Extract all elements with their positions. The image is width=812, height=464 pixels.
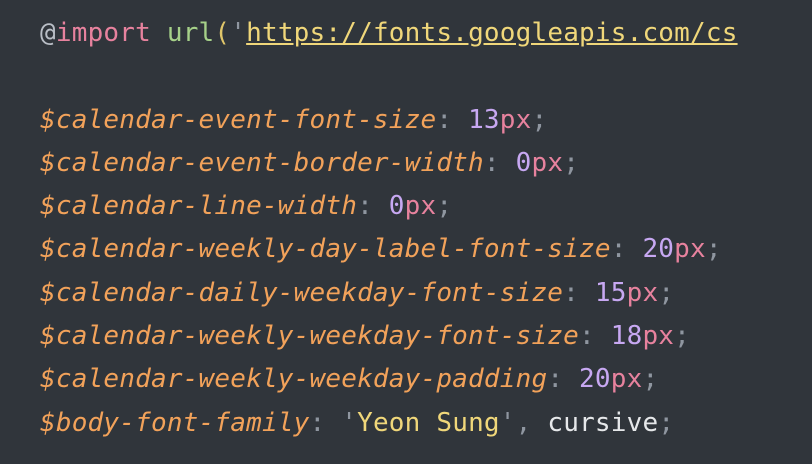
code-line-blank[interactable] (40, 55, 812, 98)
variable-name: $calendar-weekly-day-label-font-size (40, 234, 611, 265)
unit: px (610, 364, 643, 395)
variable-name: $calendar-line-width (40, 191, 358, 222)
number-value: 20 (579, 364, 611, 395)
semicolon: ; (658, 407, 675, 438)
code-line-declaration[interactable]: $calendar-weekly-weekday-padding: 20px; (40, 358, 812, 401)
variable-name: $body-font-family (40, 407, 310, 438)
open-paren: ( (214, 18, 231, 48)
comma: , (515, 407, 548, 438)
number-value: 13 (468, 104, 500, 135)
code-line-declaration[interactable]: $calendar-event-font-size: 13px; (40, 99, 812, 142)
semicolon: ; (436, 191, 453, 222)
code-editor[interactable]: @import url('https://fonts.googleapis.co… (0, 0, 812, 464)
import-keyword: import (55, 18, 151, 48)
at-symbol: @ (40, 18, 56, 48)
code-line-font-family[interactable]: $body-font-family: 'Yeon Sung', cursive; (40, 402, 812, 445)
semicolon: ; (705, 234, 722, 265)
semicolon: ; (563, 147, 580, 178)
number-value: 0 (388, 191, 405, 222)
semicolon: ; (674, 321, 691, 352)
code-line-declaration[interactable]: $calendar-event-border-width: 0px; (40, 142, 812, 185)
unit: px (404, 191, 437, 222)
unit: px (642, 321, 675, 352)
code-line-declaration[interactable]: $calendar-weekly-weekday-font-size: 18px… (40, 315, 812, 358)
variable-name: $calendar-event-font-size (40, 104, 437, 135)
import-url-link[interactable]: https://fonts.googleapis.com/cs (246, 18, 737, 48)
string-quote-open: ' (341, 407, 358, 438)
semicolon: ; (642, 364, 659, 395)
code-line-import[interactable]: @import url('https://fonts.googleapis.co… (40, 12, 812, 55)
colon: : (579, 321, 611, 352)
string-quote-close: ' (499, 407, 516, 438)
number-value: 0 (515, 147, 532, 178)
colon: : (563, 277, 595, 308)
number-value: 20 (642, 234, 675, 265)
colon: : (547, 364, 580, 395)
number-value: 15 (594, 277, 627, 308)
url-quote: ' (230, 18, 247, 48)
variable-name: $calendar-event-border-width (40, 147, 484, 178)
unit: px (626, 277, 659, 308)
url-function: url (166, 18, 215, 48)
semicolon: ; (658, 277, 675, 308)
code-line-declaration[interactable]: $calendar-weekly-day-label-font-size: 20… (40, 228, 812, 271)
colon: : (309, 407, 342, 438)
generic-font-ident: cursive (547, 407, 659, 438)
colon: : (610, 234, 643, 265)
code-line-declaration[interactable]: $calendar-daily-weekday-font-size: 15px; (40, 272, 812, 315)
variable-name: $calendar-weekly-weekday-padding (40, 364, 548, 395)
font-name-string: Yeon Sung (357, 407, 500, 438)
code-line-declaration[interactable]: $calendar-line-width: 0px; (40, 185, 812, 228)
colon: : (357, 191, 389, 222)
colon: : (436, 104, 469, 135)
colon: : (483, 147, 516, 178)
semicolon: ; (531, 104, 548, 135)
unit: px (531, 147, 564, 178)
unit: px (674, 234, 706, 265)
number-value: 18 (610, 321, 643, 352)
variable-name: $calendar-daily-weekday-font-size (40, 277, 564, 308)
variable-name: $calendar-weekly-weekday-font-size (40, 321, 580, 352)
unit: px (499, 104, 532, 135)
